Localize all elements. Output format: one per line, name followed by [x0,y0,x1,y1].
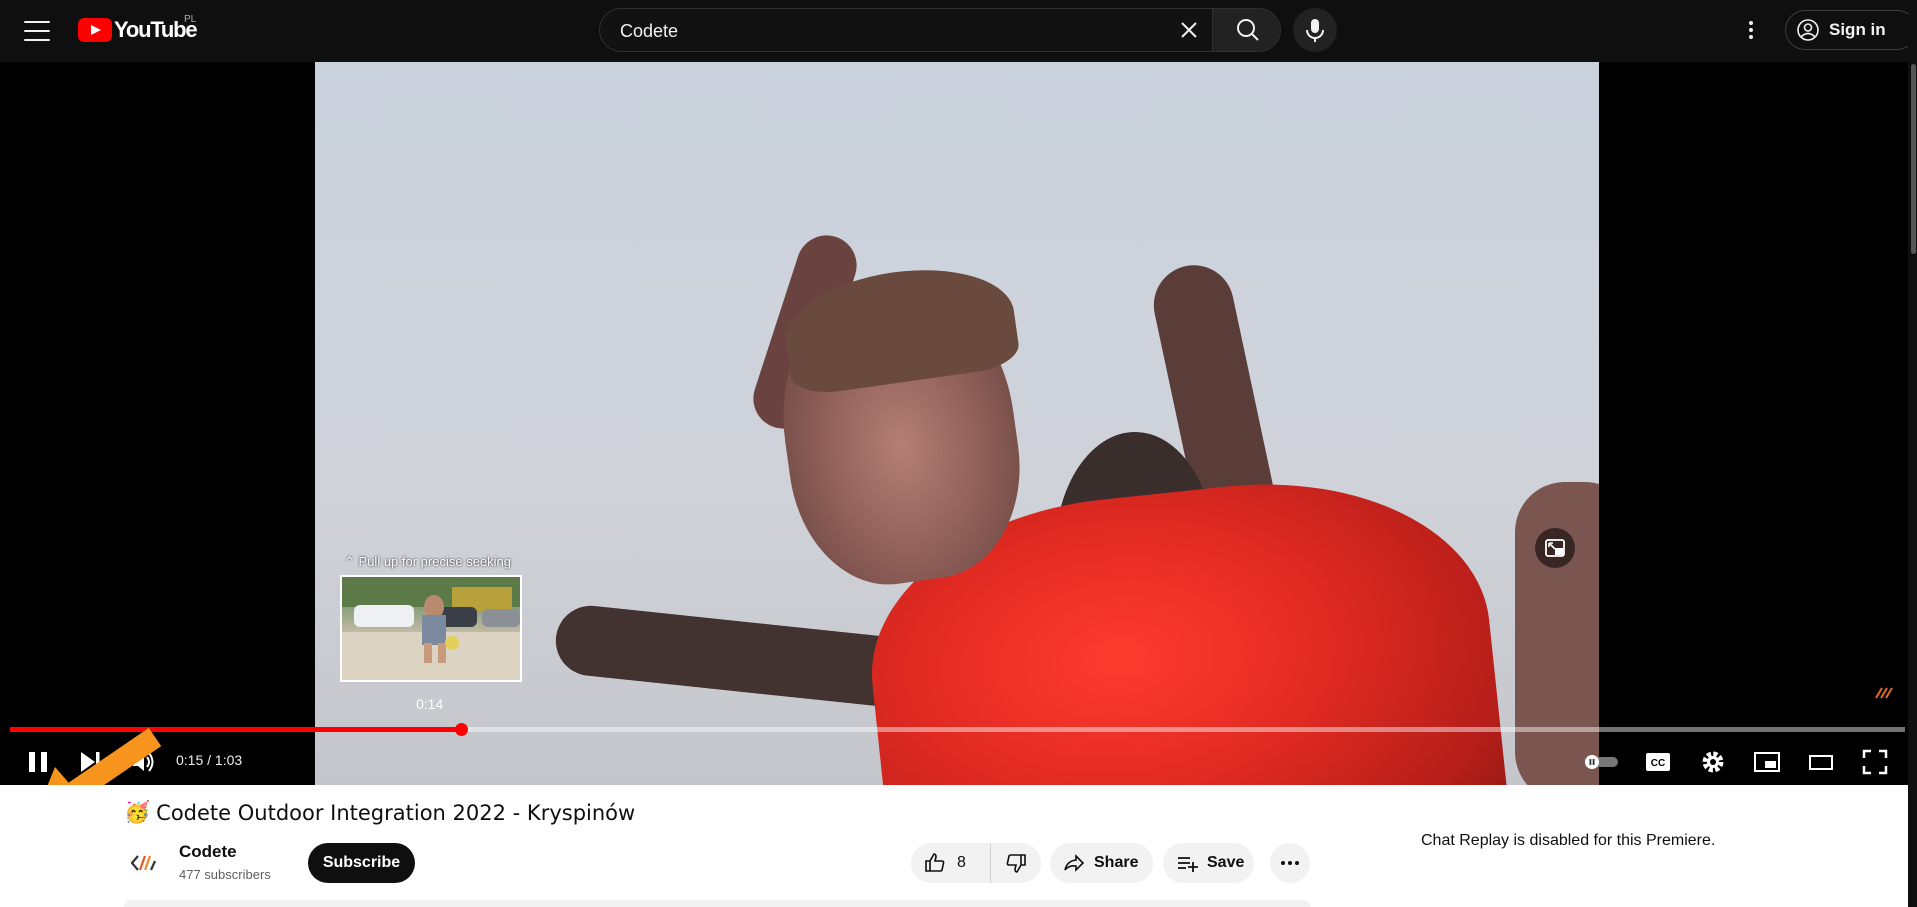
like-button[interactable]: 8 [911,843,991,883]
settings-button[interactable] [1691,740,1735,784]
youtube-logo-icon [78,18,112,42]
country-code: PL [184,14,197,25]
subscribe-button[interactable]: Subscribe [308,843,415,883]
preview-time: 0:14 [416,696,444,712]
volume-icon [133,752,154,772]
pause-button[interactable] [16,740,60,784]
captions-button[interactable]: CC [1636,740,1680,784]
autoplay-toggle[interactable] [1580,740,1624,784]
preview-hint-text: Pull up for precise seeking [358,554,512,569]
share-button[interactable]: Share [1050,843,1153,883]
save-label: Save [1207,854,1245,871]
mic-icon [1306,19,1324,42]
description-box[interactable] [124,900,1310,907]
video-title-row: 🥳 Codete Outdoor Integration 2022 - Krys… [124,801,635,825]
progress-played [10,727,461,732]
chat-replay-note: Chat Replay is disabled for this Premier… [1421,832,1716,849]
miniplayer-icon [1754,752,1780,772]
seek-preview-thumbnail [340,575,522,682]
like-dislike-group: 8 [911,843,1041,883]
scrollbar-thumb[interactable] [1911,64,1916,254]
progress-bar[interactable] [10,723,1905,736]
more-actions-button[interactable] [1270,843,1310,883]
video-player[interactable]: ⌃ Pull up for precise seeking 0:14 0:15 … [0,62,1908,785]
more-vert-icon[interactable] [1736,10,1766,50]
account-icon [1797,19,1819,41]
video-title: Codete Outdoor Integration 2022 - Kryspi… [156,801,636,825]
search-box [599,8,1281,52]
voice-search-button[interactable] [1293,8,1337,52]
settings-icon [1702,751,1724,773]
like-icon [925,853,945,872]
masthead: YouTube PL Sign in [0,0,1917,62]
sign-in-button[interactable]: Sign in [1785,10,1917,50]
save-icon [1178,857,1198,872]
dislike-button[interactable] [991,843,1041,883]
subscriber-count: 477 subscribers [179,867,271,882]
next-button[interactable] [68,740,112,784]
save-button[interactable]: Save [1163,843,1254,883]
dislike-icon [1006,854,1026,873]
svg-text:CC: CC [1651,758,1665,769]
volume-button[interactable] [121,740,165,784]
autoplay-toggle-icon [1585,755,1618,769]
chevron-up-icon: ⌃ [344,554,355,569]
search-icon [1237,19,1259,41]
progress-scrubber[interactable] [455,723,468,736]
more-horiz-icon [1281,861,1299,865]
fullscreen-icon [1862,749,1888,775]
theater-mode-button[interactable] [1799,740,1843,784]
channel-name[interactable]: Codete [179,842,237,862]
captions-icon: CC [1646,753,1670,771]
share-label: Share [1094,854,1139,871]
time-display: 0:15 / 1:03 [176,752,243,768]
sign-in-label: Sign in [1829,20,1886,39]
menu-icon[interactable] [24,19,50,43]
clear-icon[interactable] [1176,17,1202,43]
share-icon [1064,854,1085,872]
title-emoji: 🥳 [124,801,151,824]
miniplayer-button[interactable] [1745,740,1789,784]
like-count: 8 [957,854,966,871]
next-icon [81,752,100,772]
preview-hint: ⌃ Pull up for precise seeking [344,554,511,570]
pause-icon [29,752,47,772]
channel-avatar[interactable] [124,843,164,883]
youtube-logo[interactable]: YouTube [78,17,198,43]
codete-logo-icon [130,855,157,871]
search-input[interactable] [618,9,1182,51]
channel-watermark-icon[interactable] [1873,686,1893,700]
search-button[interactable] [1212,9,1280,51]
fullscreen-button[interactable] [1853,740,1897,784]
theater-icon [1809,755,1833,770]
pip-expand-icon[interactable] [1535,528,1575,568]
